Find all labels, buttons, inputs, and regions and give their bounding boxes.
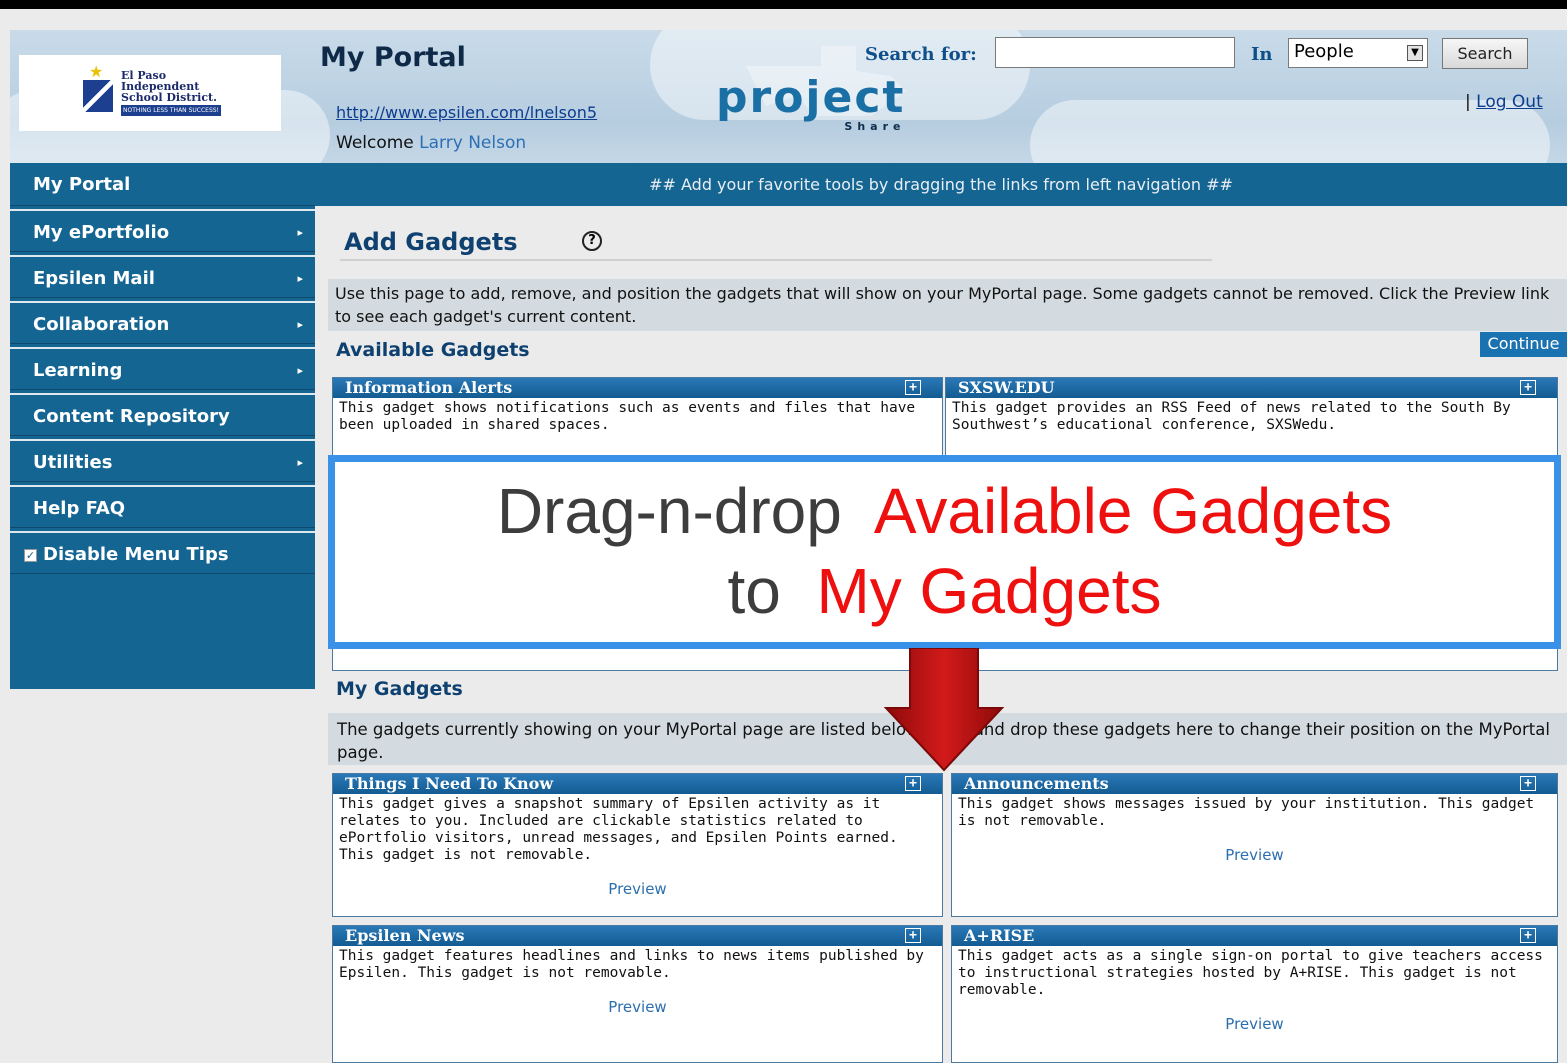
search-button[interactable]: Search — [1442, 38, 1528, 69]
user-name[interactable]: Larry Nelson — [419, 133, 526, 153]
gadget-card-things-i-need-to-know[interactable]: Things I Need To Know + This gadget give… — [332, 773, 943, 917]
portfolio-url-link[interactable]: http://www.epsilen.com/lnelson5 — [336, 103, 597, 122]
sidebar: My Portal My ePortfolio ▸ Epsilen Mail ▸ C… — [10, 163, 315, 689]
add-gadgets-title: Add Gadgets — [344, 228, 518, 256]
gadget-title: Epsilen News + — [333, 926, 942, 946]
chevron-right-icon: ▸ — [297, 318, 303, 331]
help-circle-icon[interactable]: ? — [582, 231, 602, 251]
continue-button[interactable]: Continue — [1480, 332, 1567, 357]
portal-header: ★ El Paso Independent School District. N… — [10, 30, 1567, 163]
instruction-callout: Drag-n-drop Available Gadgets to My Gadg… — [328, 455, 1561, 649]
disable-menu-tips-toggle[interactable]: ✓ Disable Menu Tips — [10, 531, 315, 574]
search-scope-select[interactable]: People ▼ — [1288, 38, 1428, 68]
logout-area: | Log Out — [1465, 92, 1543, 112]
preview-link[interactable]: Preview — [333, 880, 942, 898]
sidebar-item-collaboration[interactable]: Collaboration ▸ — [10, 301, 315, 344]
sidebar-item-my-eportfolio[interactable]: My ePortfolio ▸ — [10, 209, 315, 252]
search-input[interactable] — [995, 37, 1235, 68]
project-share-logo: project Share — [716, 46, 906, 133]
preview-link[interactable]: Preview — [333, 998, 942, 1016]
gadget-title: Announcements + — [952, 774, 1557, 794]
gadget-description: This gadget shows messages issued by you… — [958, 796, 1535, 829]
down-arrow-icon — [883, 648, 1005, 772]
gadget-description: This gadget features headlines and links… — [339, 948, 924, 981]
gadget-title: A+RISE + — [952, 926, 1557, 946]
welcome-text: Welcome Larry Nelson — [336, 133, 527, 153]
gadget-description: This gadget acts as a single sign-on por… — [958, 948, 1543, 998]
preview-link[interactable]: Preview — [952, 1015, 1557, 1033]
logout-link[interactable]: Log Out — [1476, 92, 1543, 112]
gadget-card-sxsw-edu[interactable]: SXSW.EDU + This gadget provides an RSS F… — [945, 377, 1558, 457]
preview-link[interactable]: Preview — [952, 846, 1557, 864]
title-divider — [340, 259, 1212, 261]
chevron-down-icon[interactable]: ▼ — [1407, 45, 1423, 61]
district-logo[interactable]: ★ El Paso Independent School District. N… — [19, 55, 281, 131]
plus-box-icon[interactable]: + — [1520, 776, 1536, 791]
sidebar-item-utilities[interactable]: Utilities ▸ — [10, 439, 315, 482]
nav-hint-bar: ## Add your favorite tools by dragging t… — [315, 163, 1567, 206]
chevron-right-icon: ▸ — [297, 456, 303, 469]
sidebar-item-help-faq[interactable]: Help FAQ — [10, 485, 315, 528]
my-gadgets-heading: My Gadgets — [336, 678, 463, 700]
chevron-right-icon: ▸ — [297, 272, 303, 285]
gadget-card-announcements[interactable]: Announcements + This gadget shows messag… — [951, 773, 1558, 917]
gadget-card-epsilen-news[interactable]: Epsilen News + This gadget features head… — [332, 925, 943, 1063]
search-label: Search for: — [865, 44, 977, 65]
gadget-title: Things I Need To Know + — [333, 774, 942, 794]
page-instructions: Use this page to add, remove, and positi… — [328, 279, 1567, 331]
gadget-card-information-alerts[interactable]: Information Alerts + This gadget shows n… — [332, 377, 943, 457]
district-logo-text: El Paso Independent School District. NOT… — [121, 69, 221, 116]
search-scope-label: In — [1251, 44, 1273, 65]
plus-box-icon[interactable]: + — [1520, 380, 1536, 395]
gadget-title: Information Alerts + — [333, 378, 942, 398]
sidebar-item-my-portal[interactable]: My Portal — [10, 163, 315, 206]
plus-box-icon[interactable]: + — [905, 776, 921, 791]
plus-box-icon[interactable]: + — [1520, 928, 1536, 943]
sidebar-item-learning[interactable]: Learning ▸ — [10, 347, 315, 390]
chevron-right-icon: ▸ — [297, 226, 303, 239]
available-gadgets-heading: Available Gadgets — [336, 339, 530, 361]
sidebar-item-content-repository[interactable]: Content Repository — [10, 393, 315, 436]
chevron-right-icon: ▸ — [297, 364, 303, 377]
plus-box-icon[interactable]: + — [905, 380, 921, 395]
page-title: My Portal — [320, 42, 466, 73]
sidebar-item-epsilen-mail[interactable]: Epsilen Mail ▸ — [10, 255, 315, 298]
gadget-description: This gadget gives a snapshot summary of … — [339, 796, 898, 863]
plus-box-icon[interactable]: + — [905, 928, 921, 943]
gadget-title: SXSW.EDU + — [946, 378, 1557, 398]
district-logo-mark: ★ — [79, 62, 115, 114]
top-black-bar — [0, 0, 1567, 9]
checkbox-checked-icon[interactable]: ✓ — [24, 548, 37, 562]
gadget-card-a-rise[interactable]: A+RISE + This gadget acts as a single si… — [951, 925, 1558, 1063]
gadget-description: This gadget provides an RSS Feed of news… — [952, 400, 1511, 433]
gadget-description: This gadget shows notifications such as … — [339, 400, 916, 433]
